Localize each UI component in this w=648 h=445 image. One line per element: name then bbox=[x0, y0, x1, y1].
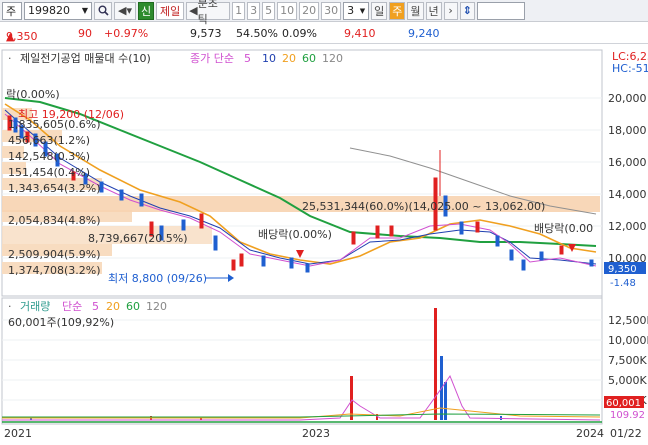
x-tick: 2023 bbox=[302, 427, 330, 440]
prev-value: 9,240 bbox=[408, 27, 440, 40]
up-down-arrow-icon[interactable]: ⇕ bbox=[459, 1, 475, 20]
period-20-button[interactable]: 20 bbox=[299, 1, 320, 20]
y-tick: 18,000 bbox=[608, 124, 647, 137]
x-axis: 2021 2023 2024 01/22 bbox=[4, 427, 642, 440]
turnover-value: 0.09% bbox=[282, 27, 317, 40]
y-tick: 16,000 bbox=[608, 156, 647, 169]
vol-y-tick: 5,000K bbox=[608, 374, 647, 387]
chevron-down-icon: ▼ bbox=[359, 6, 366, 15]
profile-label-7: 2,509,904(5.9%) bbox=[8, 248, 101, 261]
period-5-button[interactable]: 5 bbox=[262, 1, 276, 20]
vol-ma5-legend: 5 bbox=[92, 300, 99, 313]
current-price-tag-text: 9,350 bbox=[608, 264, 637, 275]
low-marker: 최저 8,800 (09/26) bbox=[108, 272, 207, 285]
top-label: 락(0.00%) bbox=[6, 88, 60, 101]
code-value: 199820 bbox=[28, 4, 70, 17]
vol-y-tick: 10,000K bbox=[608, 334, 648, 347]
peak-profile-label: 25,531,344(60.0%)(14,025.00 ~ 13,062.00) bbox=[302, 200, 545, 213]
profile-label-1: 456,663(1.2%) bbox=[8, 134, 90, 147]
week-button[interactable]: 주 bbox=[389, 1, 406, 20]
ma-label: 종가 단순 bbox=[190, 52, 234, 65]
vol-ma120-legend: 120 bbox=[146, 300, 167, 313]
prev-arrow-icon: ◀ bbox=[189, 4, 198, 17]
volume-value: 9,573 bbox=[190, 27, 222, 40]
last-volume-pct: 109.92 bbox=[610, 410, 645, 421]
interval-value: 3 bbox=[347, 4, 355, 17]
dividend-label-2: 배당락(0.00 bbox=[534, 222, 593, 235]
extra-input[interactable] bbox=[476, 1, 525, 20]
period-3-button[interactable]: 3 bbox=[247, 1, 261, 20]
change-pct: +0.97% bbox=[104, 27, 149, 40]
minute-tick-button[interactable]: ◀ 분초틱 bbox=[186, 0, 231, 26]
vol-ma60-legend: 60 bbox=[126, 300, 140, 313]
volume-y-axis: 12,500K 10,000K 7,500K 5,000K 2,500K bbox=[608, 314, 648, 407]
year-button[interactable]: 년 bbox=[425, 1, 442, 20]
ma60-legend: 60 bbox=[302, 52, 316, 65]
stock-name-field[interactable]: 제일 bbox=[156, 1, 185, 20]
y-tick: 20,000 bbox=[608, 92, 647, 105]
month-button[interactable]: 월 bbox=[407, 1, 424, 20]
search-icon[interactable] bbox=[94, 1, 112, 20]
next-arrow-icon[interactable]: › bbox=[443, 1, 458, 20]
chart-svg: · 제일전기공업 매물대 수(10) 종가 단순 5 10 20 60 120 … bbox=[1, 49, 648, 440]
change-value: 90 bbox=[78, 27, 92, 40]
volume-title: 거래량 bbox=[20, 300, 50, 313]
low-value: 9,410 bbox=[344, 27, 376, 40]
current-pct-tag: -1.48 bbox=[610, 278, 636, 289]
vol-ma20-legend: 20 bbox=[106, 300, 120, 313]
market-select[interactable]: 주 bbox=[2, 1, 22, 20]
up-triangle-icon: ▲ bbox=[6, 30, 15, 43]
new-button[interactable]: 신 bbox=[138, 1, 155, 20]
ma10-legend: 10 bbox=[262, 52, 276, 65]
y-tick: 12,000 bbox=[608, 220, 647, 233]
hc-label: HC:-51.3 bbox=[612, 62, 648, 75]
price-panel-title-prefix: · bbox=[8, 52, 12, 65]
period-30-button[interactable]: 30 bbox=[321, 1, 342, 20]
vol-y-tick: 12,500K bbox=[608, 314, 648, 327]
x-tick: 2024 bbox=[576, 427, 604, 440]
y-tick: 14,000 bbox=[608, 188, 647, 201]
profile-label-8: 1,374,708(3.2%) bbox=[8, 264, 101, 277]
ratio-value: 54.50% bbox=[236, 27, 278, 40]
ma5-legend: 5 bbox=[244, 52, 251, 65]
speaker-icon[interactable]: ◀▾ bbox=[114, 1, 136, 20]
x-tick: 01/22 bbox=[610, 427, 642, 440]
volume-ma-label: 단순 bbox=[62, 300, 82, 313]
profile-label-5: 2,054,834(4.8%) bbox=[8, 214, 101, 227]
period-1-button[interactable]: 1 bbox=[232, 1, 246, 20]
chevron-down-icon[interactable]: ▼ bbox=[82, 6, 88, 15]
price-y-axis: 20,000 18,000 16,000 14,000 12,000 10,00… bbox=[608, 92, 647, 265]
market-label: 주 bbox=[6, 4, 17, 18]
dividend-label-1: 배당락(0.00%) bbox=[258, 228, 332, 241]
profile-label-3: 151,454(0.4%) bbox=[8, 166, 90, 179]
profile-label-4: 1,343,654(3.2%) bbox=[8, 182, 101, 195]
price-panel-title: 제일전기공업 매물대 수(10) bbox=[20, 51, 151, 65]
ma20-legend: 20 bbox=[282, 52, 296, 65]
day-button[interactable]: 일 bbox=[371, 1, 388, 20]
profile-label-2: 142,548(0.3%) bbox=[8, 150, 90, 163]
stock-chart[interactable]: · 제일전기공업 매물대 수(10) 종가 단순 5 10 20 60 120 … bbox=[0, 46, 648, 442]
code-input[interactable]: 199820 ▼ bbox=[24, 1, 92, 20]
profile-label-6: 8,739,667(20.5%) bbox=[88, 232, 188, 245]
chart-toolbar: 주 199820 ▼ ◀▾ 신 제일 ◀ 분초틱 1 3 5 10 20 30 3… bbox=[0, 0, 648, 26]
volume-title-prefix: · bbox=[8, 300, 12, 313]
x-tick: 2021 bbox=[4, 427, 32, 440]
last-volume-tag-text: 60,001 bbox=[606, 398, 641, 409]
period-10-button[interactable]: 10 bbox=[277, 1, 298, 20]
quote-row: 9,350 ▲ 90 +0.97% 9,573 54.50% 0.09% 9,4… bbox=[0, 24, 648, 44]
ma120-legend: 120 bbox=[322, 52, 343, 65]
volume-info: 60,001주(109,92%) bbox=[8, 316, 114, 329]
profile-label-0: 1,835,605(0.6%) bbox=[8, 118, 101, 131]
vol-y-tick: 7,500K bbox=[608, 354, 647, 367]
interval-select[interactable]: 3 ▼ bbox=[343, 1, 370, 20]
